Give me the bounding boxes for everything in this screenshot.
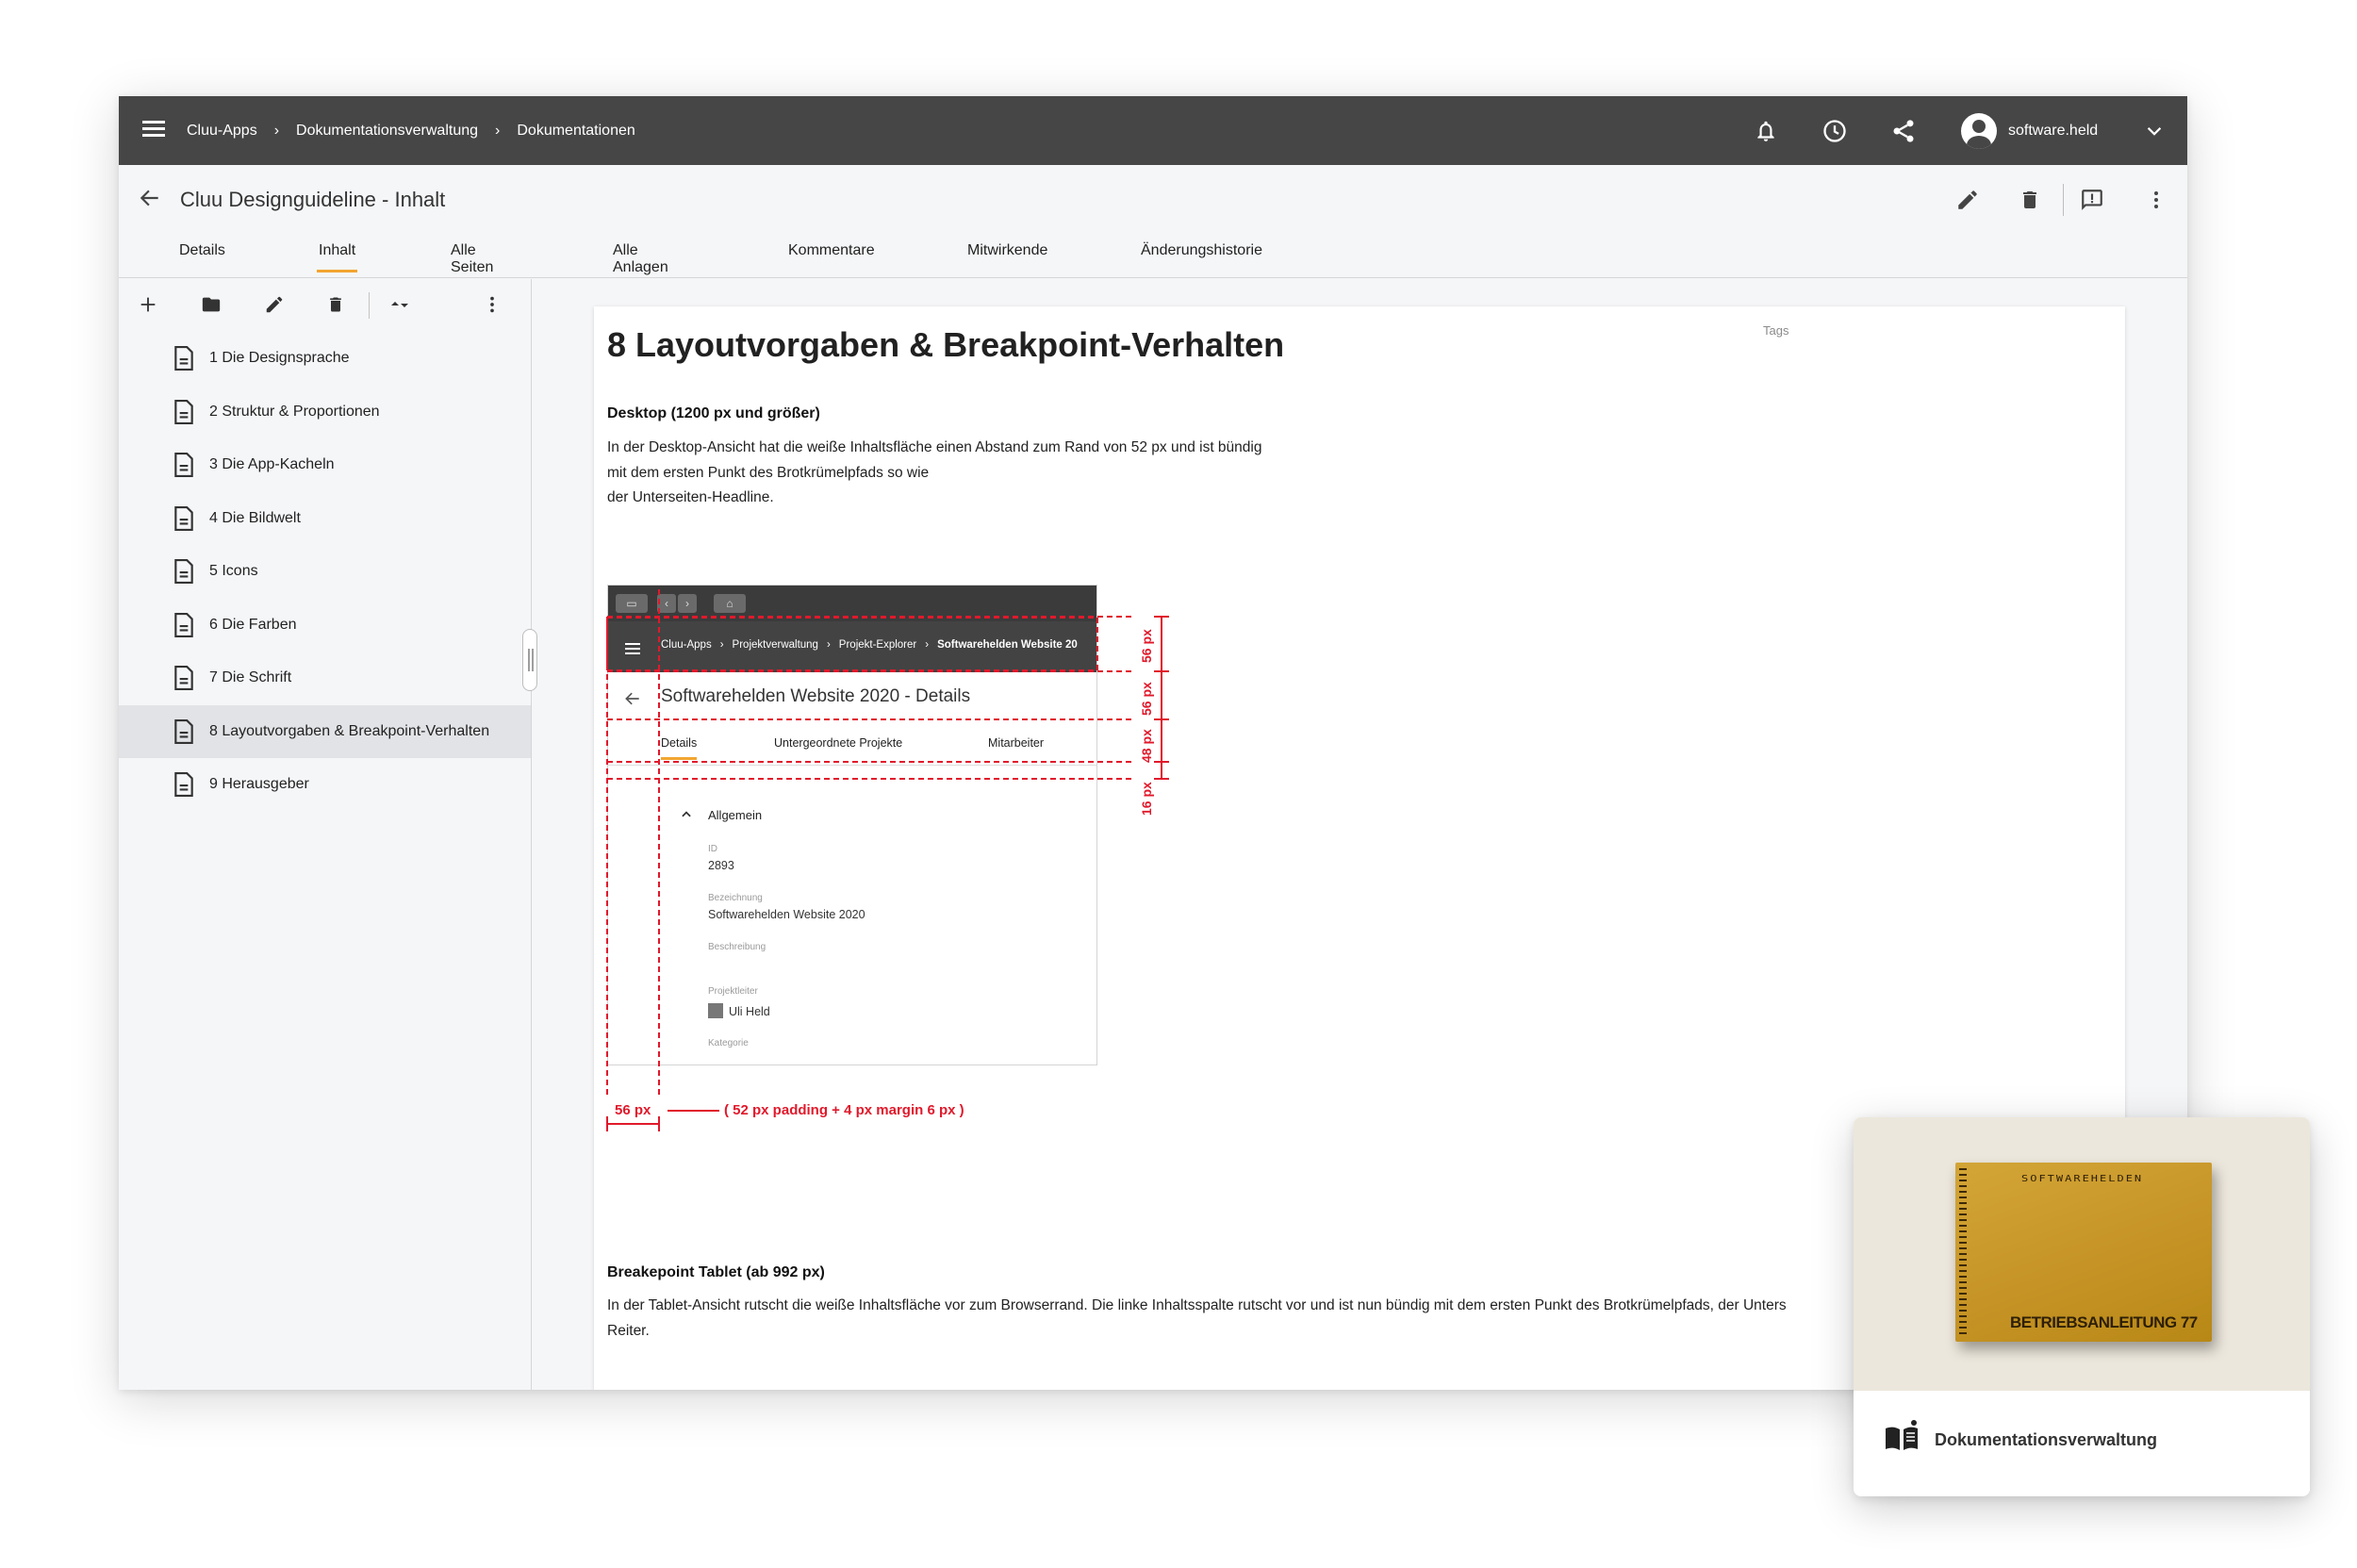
back-arrow-icon[interactable] xyxy=(138,186,166,214)
dimension-label: 16 px xyxy=(1139,782,1154,816)
user-menu[interactable]: software.held xyxy=(1961,109,2098,153)
sidebar-item-page-6[interactable]: 6 Die Farben xyxy=(119,599,531,652)
document-icon xyxy=(174,666,193,691)
document-icon xyxy=(174,505,193,531)
sidebar-item-label: 3 Die App-Kacheln xyxy=(209,456,335,473)
app-tile-image: SOFTWAREHELDEN BETRIEBSANLEITUNG 77 xyxy=(1854,1117,2310,1391)
dimension-label: 56 px xyxy=(1139,682,1154,716)
tab-mitwirkende[interactable]: Mitwirkende xyxy=(967,242,1047,278)
tab-alle-seiten[interactable]: Alle Seiten xyxy=(451,242,493,278)
folder-icon[interactable] xyxy=(197,290,225,319)
tab-kommentare[interactable]: Kommentare xyxy=(788,242,875,278)
divider xyxy=(369,292,370,319)
page-title: Cluu Designguideline - Inhalt xyxy=(180,188,446,211)
book-spiral xyxy=(1959,1168,1967,1336)
sidebar-item-label: 9 Herausgeber xyxy=(209,776,309,793)
document-icon xyxy=(174,559,193,585)
share-icon[interactable] xyxy=(1887,115,1920,147)
menu-icon[interactable] xyxy=(140,117,168,145)
sort-icon[interactable] xyxy=(386,290,414,319)
section-text-tablet: In der Tablet-Ansicht rutscht die weiße … xyxy=(607,1294,1787,1344)
page-list: 1 Die Designsprache 2 Struktur & Proport… xyxy=(119,332,531,812)
dimension-note: ( 52 px padding + 4 px margin 6 px ) xyxy=(724,1102,964,1118)
app-tile-footer: Dokumentationsverwaltung xyxy=(1854,1391,2310,1496)
sidebar-toolbar xyxy=(119,279,532,328)
document-icon xyxy=(174,718,193,744)
chevron-right-icon: › xyxy=(273,122,280,139)
tab-inhalt[interactable]: Inhalt xyxy=(316,242,358,278)
sidebar-item-label: 4 Die Bildwelt xyxy=(209,509,301,526)
bell-icon[interactable] xyxy=(1750,115,1782,147)
tab-aenderungshistorie[interactable]: Änderungshistorie xyxy=(1141,242,1262,278)
delete-icon[interactable] xyxy=(321,290,350,319)
sidebar-item-page-8[interactable]: 8 Layoutvorgaben & Breakpoint-Verhalten xyxy=(119,704,531,758)
more-vert-icon[interactable] xyxy=(478,290,506,319)
book-top-label: SOFTWAREHELDEN xyxy=(2021,1173,2144,1184)
dimension-label-left: 56 px xyxy=(615,1102,651,1118)
breadcrumb-item-cluu-apps[interactable]: Cluu-Apps xyxy=(187,123,257,140)
sidebar-item-label: 7 Die Schrift xyxy=(209,669,292,686)
section-title-tablet: Breakepoint Tablet (ab 992 px) xyxy=(607,1264,825,1280)
sidebar-item-page-9[interactable]: 9 Herausgeber xyxy=(119,758,531,812)
sidebar-item-page-4[interactable]: 4 Die Bildwelt xyxy=(119,492,531,546)
tab-details[interactable]: Details xyxy=(179,242,225,278)
divider xyxy=(2063,184,2064,216)
more-vert-icon[interactable] xyxy=(2140,184,2172,216)
sidebar-resize-handle[interactable] xyxy=(522,629,537,691)
dimension-label: 56 px xyxy=(1139,629,1154,663)
user-name: software.held xyxy=(2008,123,2099,139)
sidebar-item-label: 1 Die Designsprache xyxy=(209,350,350,367)
sidebar-item-page-2[interactable]: 2 Struktur & Proportionen xyxy=(119,386,531,439)
sidebar-item-page-3[interactable]: 3 Die App-Kacheln xyxy=(119,438,531,492)
clock-icon[interactable] xyxy=(1819,115,1851,147)
delete-icon[interactable] xyxy=(2014,184,2046,216)
sidebar-item-label: 8 Layoutvorgaben & Breakpoint-Verhalten xyxy=(209,722,490,739)
page-tree-sidebar: 1 Die Designsprache 2 Struktur & Proport… xyxy=(119,279,532,1390)
document-icon xyxy=(174,453,193,478)
account-icon xyxy=(1961,113,1997,149)
top-app-bar: Cluu-Apps › Dokumentationsverwaltung › D… xyxy=(119,96,2187,165)
comment-icon[interactable] xyxy=(2076,184,2108,216)
chevron-right-icon: › xyxy=(495,122,501,139)
breadcrumb-item-dokumentationsverwaltung[interactable]: Dokumentationsverwaltung xyxy=(296,123,478,140)
book-icon xyxy=(1884,1419,1920,1456)
document-header: Cluu Designguideline - Inhalt Details In… xyxy=(119,165,2187,278)
edit-icon[interactable] xyxy=(1952,184,1984,216)
edit-icon[interactable] xyxy=(260,290,288,319)
sidebar-item-label: 2 Struktur & Proportionen xyxy=(209,403,380,420)
tab-alle-anlagen[interactable]: Alle Anlagen xyxy=(613,242,668,278)
book-title-label: BETRIEBSANLEITUNG 77 xyxy=(2010,1313,2198,1331)
dimension-label: 48 px xyxy=(1139,729,1154,763)
text-line: In der Tablet-Ansicht rutscht die weiße … xyxy=(607,1297,1787,1313)
breadcrumb: Cluu-Apps › Dokumentationsverwaltung › D… xyxy=(187,96,635,165)
breadcrumb-item-dokumentationen[interactable]: Dokumentationen xyxy=(517,123,635,140)
sidebar-item-label: 6 Die Farben xyxy=(209,616,297,633)
sidebar-item-page-1[interactable]: 1 Die Designsprache xyxy=(119,332,531,386)
tags-label: Tags xyxy=(1763,323,1789,338)
chevron-down-icon[interactable] xyxy=(2138,115,2170,147)
sidebar-item-label: 5 Icons xyxy=(209,563,258,580)
app-tile-label: Dokumentationsverwaltung xyxy=(1935,1430,2158,1449)
document-icon xyxy=(174,612,193,637)
app-tile-card[interactable]: SOFTWAREHELDEN BETRIEBSANLEITUNG 77 Doku… xyxy=(1854,1117,2310,1496)
manual-book-image: SOFTWAREHELDEN BETRIEBSANLEITUNG 77 xyxy=(1955,1163,2212,1342)
document-icon xyxy=(174,772,193,798)
text-line: Reiter. xyxy=(607,1322,650,1339)
document-icon xyxy=(174,399,193,424)
document-icon xyxy=(174,346,193,371)
add-icon[interactable] xyxy=(134,290,162,319)
sidebar-item-page-7[interactable]: 7 Die Schrift xyxy=(119,652,531,705)
sidebar-item-page-5[interactable]: 5 Icons xyxy=(119,545,531,599)
